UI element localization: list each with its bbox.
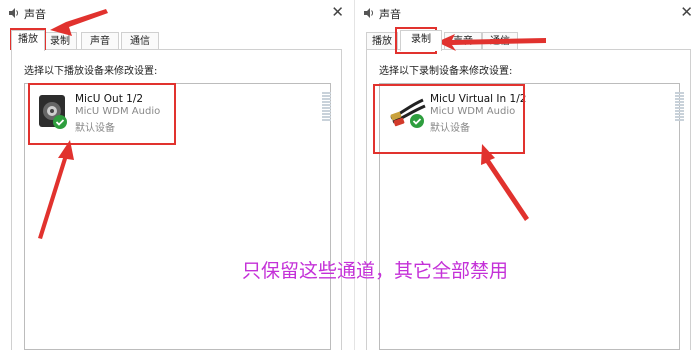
arrow-to-left-device (38, 140, 74, 239)
right-tab-recording[interactable]: 录制 (400, 30, 442, 51)
arrow-to-playback-tab (50, 9, 108, 36)
instruction-caption: 只保留这些通道，其它全部禁用 (242, 260, 509, 282)
arrow-to-right-device (481, 144, 529, 221)
left-tab-playback[interactable]: 播放 (11, 30, 45, 51)
annotation-arrows (38, 9, 546, 239)
arrow-to-recording-tab (437, 34, 546, 51)
